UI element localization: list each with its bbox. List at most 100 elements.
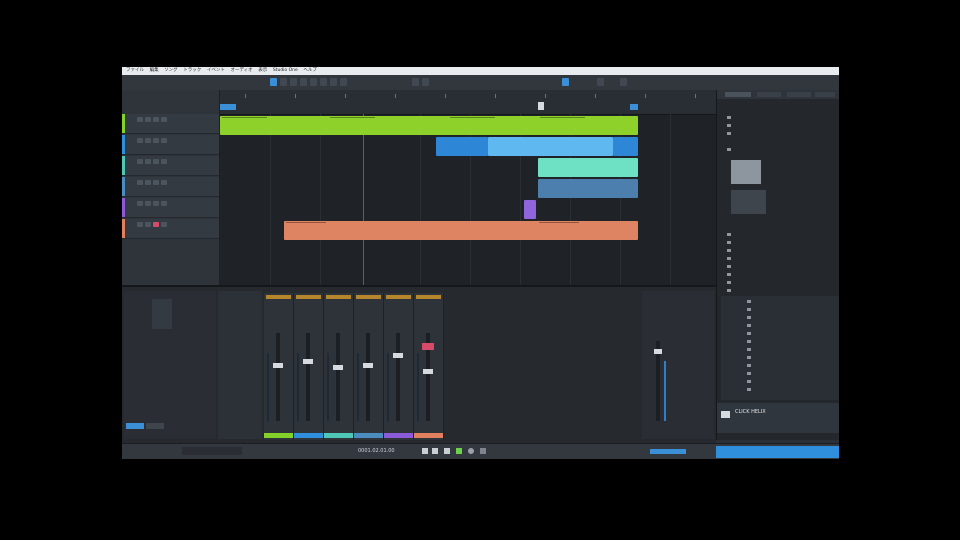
preset-item[interactable] <box>747 372 754 377</box>
preset-item[interactable] <box>747 364 754 369</box>
song-marker[interactable] <box>538 102 544 110</box>
play-icon[interactable] <box>456 448 462 454</box>
loop-end-marker[interactable] <box>630 104 638 110</box>
menu-view[interactable]: 表示 <box>258 67 267 75</box>
fader-cap[interactable] <box>423 369 433 374</box>
arrow-tool-button[interactable] <box>270 78 277 86</box>
preset-item[interactable] <box>747 388 754 393</box>
menu-studio-one[interactable]: Studio One <box>273 67 298 75</box>
menu-event[interactable]: イベント <box>207 67 225 75</box>
mixer-channel-strip[interactable] <box>324 293 354 440</box>
track-header[interactable] <box>122 177 219 197</box>
solo-button[interactable] <box>145 117 151 122</box>
record-button[interactable] <box>153 117 159 122</box>
timeline-ruler[interactable] <box>220 90 716 115</box>
preset-item[interactable] <box>747 340 754 345</box>
browser-folder[interactable] <box>727 273 734 278</box>
solo-button[interactable] <box>145 159 151 164</box>
menu-audio[interactable]: オーディオ <box>230 67 252 75</box>
volume-fader[interactable] <box>396 333 400 421</box>
record-button[interactable] <box>153 138 159 143</box>
range-tool-button[interactable] <box>280 78 287 86</box>
playhead[interactable] <box>363 114 364 285</box>
monitor-button[interactable] <box>161 138 167 143</box>
mixer-channel-strip[interactable] <box>294 293 324 440</box>
audio-event[interactable] <box>538 179 638 198</box>
mute-button[interactable] <box>137 180 143 185</box>
audio-event[interactable] <box>284 221 638 240</box>
tab-loops[interactable] <box>787 92 811 97</box>
mixer-option-button[interactable] <box>146 423 164 429</box>
mute-button[interactable] <box>137 222 143 227</box>
record-button[interactable] <box>153 222 159 227</box>
track-header[interactable] <box>122 198 219 218</box>
quantize-button[interactable] <box>422 78 429 86</box>
menu-edit[interactable]: 編集 <box>150 67 159 75</box>
browser-folder[interactable] <box>727 233 734 238</box>
tab-effects[interactable] <box>757 92 781 97</box>
preset-item[interactable] <box>747 380 754 385</box>
record-arm-button[interactable] <box>422 343 434 350</box>
track-header[interactable] <box>122 135 219 155</box>
browser-folder[interactable] <box>727 289 734 294</box>
mixer-channel-strip[interactable] <box>354 293 384 440</box>
record-button[interactable] <box>153 159 159 164</box>
mute-button[interactable] <box>137 138 143 143</box>
split-tool-button[interactable] <box>290 78 297 86</box>
monitor-button[interactable] <box>161 201 167 206</box>
loop-icon[interactable] <box>480 448 486 454</box>
browser-folder[interactable] <box>727 148 734 153</box>
preset-item[interactable] <box>747 300 754 305</box>
volume-fader[interactable] <box>306 333 310 421</box>
mixer-option-button[interactable] <box>126 423 144 429</box>
rewind-icon[interactable] <box>422 448 428 454</box>
browser-folder[interactable] <box>727 257 734 262</box>
stop-icon[interactable] <box>444 448 450 454</box>
solo-button[interactable] <box>145 222 151 227</box>
snap-button[interactable] <box>412 78 419 86</box>
volume-fader[interactable] <box>336 333 340 421</box>
fader-cap[interactable] <box>363 363 373 368</box>
mixer-channel-strip[interactable] <box>384 293 414 440</box>
channel-visibility-list[interactable] <box>152 299 172 329</box>
solo-button[interactable] <box>145 180 151 185</box>
mixer-channel-strip[interactable] <box>414 293 444 440</box>
edit-mix-browse-buttons[interactable] <box>716 446 839 458</box>
main-fader-cap[interactable] <box>654 349 662 354</box>
eraser-tool-button[interactable] <box>300 78 307 86</box>
audio-event[interactable] <box>488 137 613 156</box>
loop-start-marker[interactable] <box>220 104 236 110</box>
mix-view-button[interactable] <box>597 78 604 86</box>
solo-button[interactable] <box>145 201 151 206</box>
browser-folder[interactable] <box>727 265 734 270</box>
audio-event[interactable] <box>220 116 638 135</box>
preset-item[interactable] <box>747 356 754 361</box>
browser-folder[interactable] <box>727 124 734 129</box>
fader-cap[interactable] <box>333 365 343 370</box>
menu-help[interactable]: ヘルプ <box>303 67 317 75</box>
preset-item[interactable] <box>747 316 754 321</box>
volume-fader[interactable] <box>276 333 280 421</box>
track-header[interactable] <box>122 114 219 134</box>
browser-folder[interactable] <box>727 281 734 286</box>
preset-item[interactable] <box>747 324 754 329</box>
browser-folder[interactable] <box>727 241 734 246</box>
edit-view-button[interactable] <box>562 78 569 86</box>
preset-item[interactable] <box>747 332 754 337</box>
menu-song[interactable]: ソング <box>164 67 178 75</box>
preset-item[interactable] <box>747 348 754 353</box>
monitor-button[interactable] <box>161 159 167 164</box>
record-button[interactable] <box>153 201 159 206</box>
fast-forward-icon[interactable] <box>432 448 438 454</box>
browse-view-button[interactable] <box>620 78 627 86</box>
listen-tool-button[interactable] <box>340 78 347 86</box>
paint-tool-button[interactable] <box>310 78 317 86</box>
mute-button[interactable] <box>137 201 143 206</box>
audio-event[interactable] <box>613 137 638 156</box>
mute-tool-button[interactable] <box>320 78 327 86</box>
volume-fader[interactable] <box>366 333 370 421</box>
menu-track[interactable]: トラック <box>183 67 201 75</box>
monitor-button[interactable] <box>161 117 167 122</box>
fader-cap[interactable] <box>273 363 283 368</box>
solo-button[interactable] <box>145 138 151 143</box>
